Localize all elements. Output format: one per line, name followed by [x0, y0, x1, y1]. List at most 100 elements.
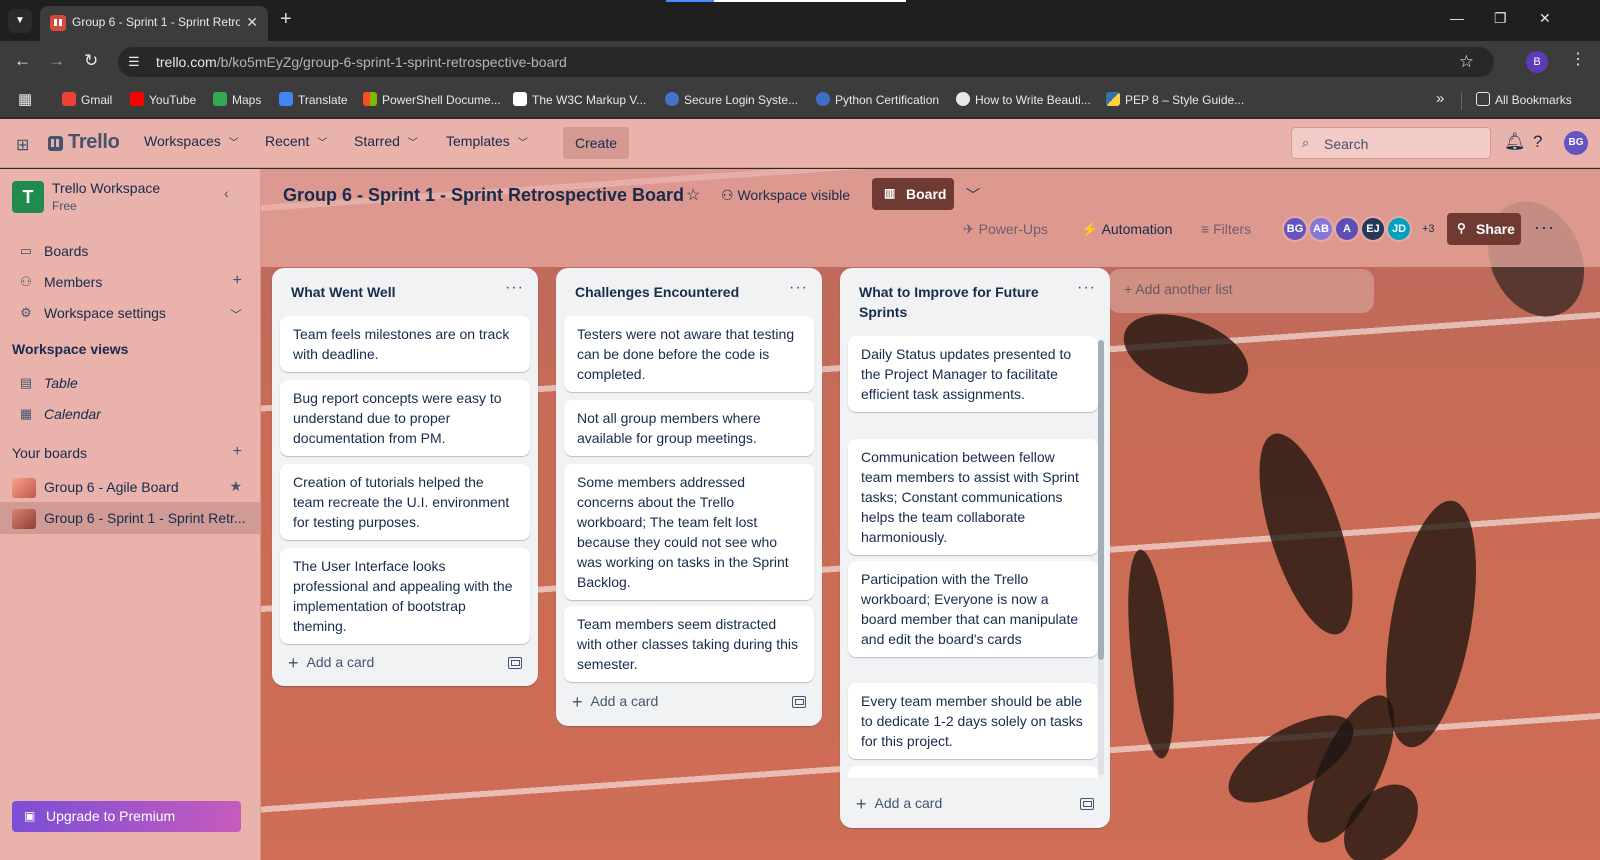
- add-card-button[interactable]: + Add a card: [572, 692, 658, 713]
- user-avatar[interactable]: BG: [1564, 131, 1588, 155]
- workspace-name[interactable]: Trello Workspace: [52, 180, 160, 196]
- close-window-button[interactable]: ✕: [1539, 10, 1551, 27]
- workspaces-menu[interactable]: Workspaces ﹀: [144, 133, 239, 149]
- list-card[interactable]: Creation of tutorials helped the team re…: [280, 464, 530, 540]
- sidebar-board-agile[interactable]: Group 6 - Agile Board ★: [0, 471, 260, 503]
- collapse-sidebar-icon[interactable]: ‹: [224, 185, 229, 201]
- add-board-icon[interactable]: +: [233, 443, 242, 461]
- more-bookmarks-icon[interactable]: »: [1436, 90, 1444, 107]
- list-menu-icon[interactable]: ···: [789, 279, 808, 297]
- bookmark-secure-login[interactable]: Secure Login Syste...: [665, 92, 798, 107]
- list-menu-icon[interactable]: ···: [1077, 279, 1096, 297]
- bookmark-translate[interactable]: Translate: [279, 92, 348, 107]
- member-avatar[interactable]: JD: [1386, 216, 1412, 242]
- list-card[interactable]: Bug report concepts were easy to underst…: [280, 380, 530, 456]
- sidebar-board-sprint-retro[interactable]: Group 6 - Sprint 1 - Sprint Retr...: [0, 502, 260, 534]
- star-board-icon[interactable]: ☆: [686, 185, 700, 205]
- sidebar-item-table[interactable]: ▤ Table: [0, 367, 260, 399]
- list-card[interactable]: Mandatory meetings on: [848, 766, 1098, 778]
- browser-menu-icon[interactable]: ⋮: [1570, 49, 1586, 69]
- browser-tab-active[interactable]: Group 6 - Sprint 1 - Sprint Retro ✕: [40, 6, 268, 41]
- minimize-window-button[interactable]: —: [1450, 10, 1464, 26]
- list-title[interactable]: Challenges Encountered: [575, 282, 739, 302]
- add-member-icon[interactable]: +: [233, 272, 242, 290]
- list-title[interactable]: What Went Well: [291, 282, 395, 302]
- chevron-down-icon[interactable]: ﹀: [966, 185, 980, 205]
- list-card[interactable]: Every team member should be able to dedi…: [848, 683, 1098, 759]
- notifications-icon[interactable]: 🔔︎: [1504, 132, 1526, 152]
- star-icon[interactable]: ★: [229, 478, 242, 495]
- bookmark-beautiful-code[interactable]: How to Write Beauti...: [956, 92, 1091, 107]
- bookmark-pep8[interactable]: PEP 8 – Style Guide...: [1106, 92, 1244, 107]
- board-menu-icon[interactable]: ···: [1534, 217, 1555, 238]
- chevron-down-icon[interactable]: ﹀: [230, 306, 242, 323]
- member-avatar[interactable]: A: [1334, 216, 1360, 242]
- sidebar-item-boards[interactable]: ▭ Boards: [0, 235, 260, 267]
- restore-window-button[interactable]: ❐: [1494, 10, 1507, 27]
- list-title[interactable]: What to Improve for Future Sprints: [859, 282, 1069, 322]
- list-card[interactable]: The User Interface looks professional an…: [280, 548, 530, 644]
- list-card[interactable]: Team members seem distracted with other …: [564, 606, 814, 682]
- list-card[interactable]: Participation with the Trello workboard;…: [848, 561, 1098, 657]
- address-bar[interactable]: ☰ trello.com/b/ko5mEyZg/group-6-sprint-1…: [118, 47, 1494, 77]
- card-template-icon[interactable]: [1080, 798, 1094, 810]
- bookmark-gmail[interactable]: Gmail: [62, 92, 112, 107]
- back-arrow-icon[interactable]: ←: [14, 51, 31, 71]
- app-switcher-icon[interactable]: ⊞: [16, 135, 29, 155]
- bookmark-powershell[interactable]: PowerShell Docume...: [363, 92, 501, 107]
- member-avatar[interactable]: BG: [1282, 216, 1308, 242]
- apps-grid-icon[interactable]: ▦: [18, 92, 34, 108]
- recent-menu[interactable]: Recent ﹀: [265, 133, 327, 149]
- card-template-icon[interactable]: [508, 657, 522, 669]
- site-info-icon[interactable]: ☰: [128, 54, 140, 70]
- help-icon[interactable]: ?: [1533, 132, 1542, 152]
- your-boards-heading: Your boards: [12, 445, 87, 461]
- list-challenges-encountered: Challenges Encountered ··· Testers were …: [556, 268, 822, 726]
- share-button[interactable]: ⚲ Share: [1447, 213, 1521, 245]
- member-avatar[interactable]: EJ: [1360, 216, 1386, 242]
- upgrade-premium-button[interactable]: ▣ Upgrade to Premium: [12, 801, 241, 832]
- all-bookmarks-folder[interactable]: All Bookmarks: [1476, 92, 1572, 107]
- scrollbar-thumb[interactable]: [1098, 340, 1104, 660]
- list-scrollbar[interactable]: [1098, 340, 1104, 775]
- create-button[interactable]: Create: [563, 127, 629, 159]
- sidebar-item-members[interactable]: ⚇ Members +: [0, 266, 260, 298]
- new-tab-button[interactable]: +: [280, 8, 292, 30]
- filters-button[interactable]: ≡ Filters: [1201, 221, 1251, 237]
- search-input[interactable]: ⌕ Search: [1291, 127, 1491, 159]
- list-card[interactable]: Communication between fellow team member…: [848, 439, 1098, 555]
- templates-menu[interactable]: Templates ﹀: [446, 133, 528, 149]
- power-ups-button[interactable]: ✈ Power-Ups: [963, 221, 1048, 238]
- add-another-list-button[interactable]: + Add another list: [1108, 269, 1374, 313]
- list-card[interactable]: Testers were not aware that testing can …: [564, 316, 814, 392]
- card-template-icon[interactable]: [792, 696, 806, 708]
- add-card-button[interactable]: + Add a card: [856, 794, 942, 815]
- add-card-button[interactable]: + Add a card: [288, 653, 374, 674]
- sidebar-item-calendar[interactable]: ▦ Calendar: [0, 398, 260, 430]
- more-members-count[interactable]: +3: [1422, 223, 1435, 235]
- board-title[interactable]: Group 6 - Sprint 1 - Sprint Retrospectiv…: [283, 185, 684, 206]
- starred-menu[interactable]: Starred ﹀: [354, 133, 418, 149]
- browser-profile-avatar[interactable]: B: [1526, 51, 1548, 73]
- list-card[interactable]: Some members addressed concerns about th…: [564, 464, 814, 600]
- bookmark-star-icon[interactable]: ☆: [1459, 52, 1474, 72]
- tab-close-icon[interactable]: ✕: [246, 14, 258, 31]
- microsoft-icon: [363, 92, 377, 106]
- list-menu-icon[interactable]: ···: [505, 279, 524, 297]
- bookmark-w3c[interactable]: The W3C Markup V...: [513, 92, 646, 107]
- list-card[interactable]: Not all group members where available fo…: [564, 400, 814, 456]
- bookmark-youtube[interactable]: YouTube: [130, 92, 196, 107]
- list-card[interactable]: Daily Status updates presented to the Pr…: [848, 336, 1098, 412]
- reload-icon[interactable]: ↻: [84, 51, 98, 71]
- visibility-button[interactable]: ⚇ Workspace visible: [721, 187, 850, 204]
- member-avatar[interactable]: AB: [1308, 216, 1334, 242]
- bookmark-python-cert[interactable]: Python Certification: [816, 92, 939, 107]
- bookmark-maps[interactable]: Maps: [213, 92, 261, 107]
- forward-arrow-icon[interactable]: →: [48, 51, 65, 71]
- list-cards-scroll[interactable]: Daily Status updates presented to the Pr…: [840, 334, 1110, 778]
- tab-search-button[interactable]: ▼: [8, 9, 32, 33]
- sidebar-item-workspace-settings[interactable]: ⚙ Workspace settings ﹀: [0, 297, 260, 329]
- list-card[interactable]: Team feels milestones are on track with …: [280, 316, 530, 372]
- board-view-button[interactable]: ▥ Board: [872, 178, 954, 210]
- automation-button[interactable]: ⚡ Automation: [1081, 221, 1172, 238]
